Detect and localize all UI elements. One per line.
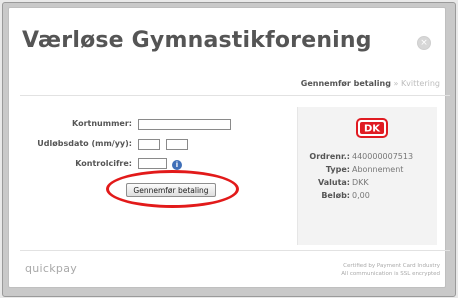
currency-value: DKK xyxy=(352,178,369,187)
divider-top xyxy=(20,95,450,96)
order-number-value: 440000007513 xyxy=(352,152,414,161)
step-next: Kvittering xyxy=(400,79,440,88)
cert-line-2: All communication is SSL encrypted xyxy=(341,271,440,277)
expiry-year-input[interactable] xyxy=(166,139,188,150)
amount-label: Beløb: xyxy=(321,191,350,200)
expiry-label: Udløbsdato (mm/yy): xyxy=(37,139,132,148)
quickpay-logo: quickpay xyxy=(25,262,78,275)
amount-value: 0,00 xyxy=(352,191,370,200)
card-number-input[interactable] xyxy=(138,119,231,130)
step-separator: » xyxy=(393,79,399,88)
divider-bottom xyxy=(20,250,450,251)
cvc-label: Kontrolcifre: xyxy=(75,159,132,168)
currency-label: Valuta: xyxy=(317,178,350,187)
cert-line-1: Certified by Payment Card Industry xyxy=(343,263,440,269)
dankort-logo-text: DK xyxy=(364,124,381,135)
info-icon[interactable]: i xyxy=(172,160,182,170)
highlight-ellipse xyxy=(106,170,239,208)
card-number-label: Kortnummer: xyxy=(72,119,132,128)
breadcrumb: Gennemfør betaling » Kvittering xyxy=(301,79,440,88)
dankort-logo: DK xyxy=(356,118,388,138)
close-icon[interactable]: × xyxy=(417,36,431,50)
page-title: Værløse Gymnastikforening xyxy=(22,28,372,53)
expiry-month-input[interactable] xyxy=(138,139,160,150)
order-number-label: Ordrenr.: xyxy=(309,152,350,161)
step-active: Gennemfør betaling xyxy=(300,79,391,88)
type-label: Type: xyxy=(325,165,350,174)
type-value: Abonnement xyxy=(352,165,404,174)
certification-note: Certified by Payment Card Industry All c… xyxy=(341,262,440,278)
cvc-input[interactable] xyxy=(138,158,167,169)
